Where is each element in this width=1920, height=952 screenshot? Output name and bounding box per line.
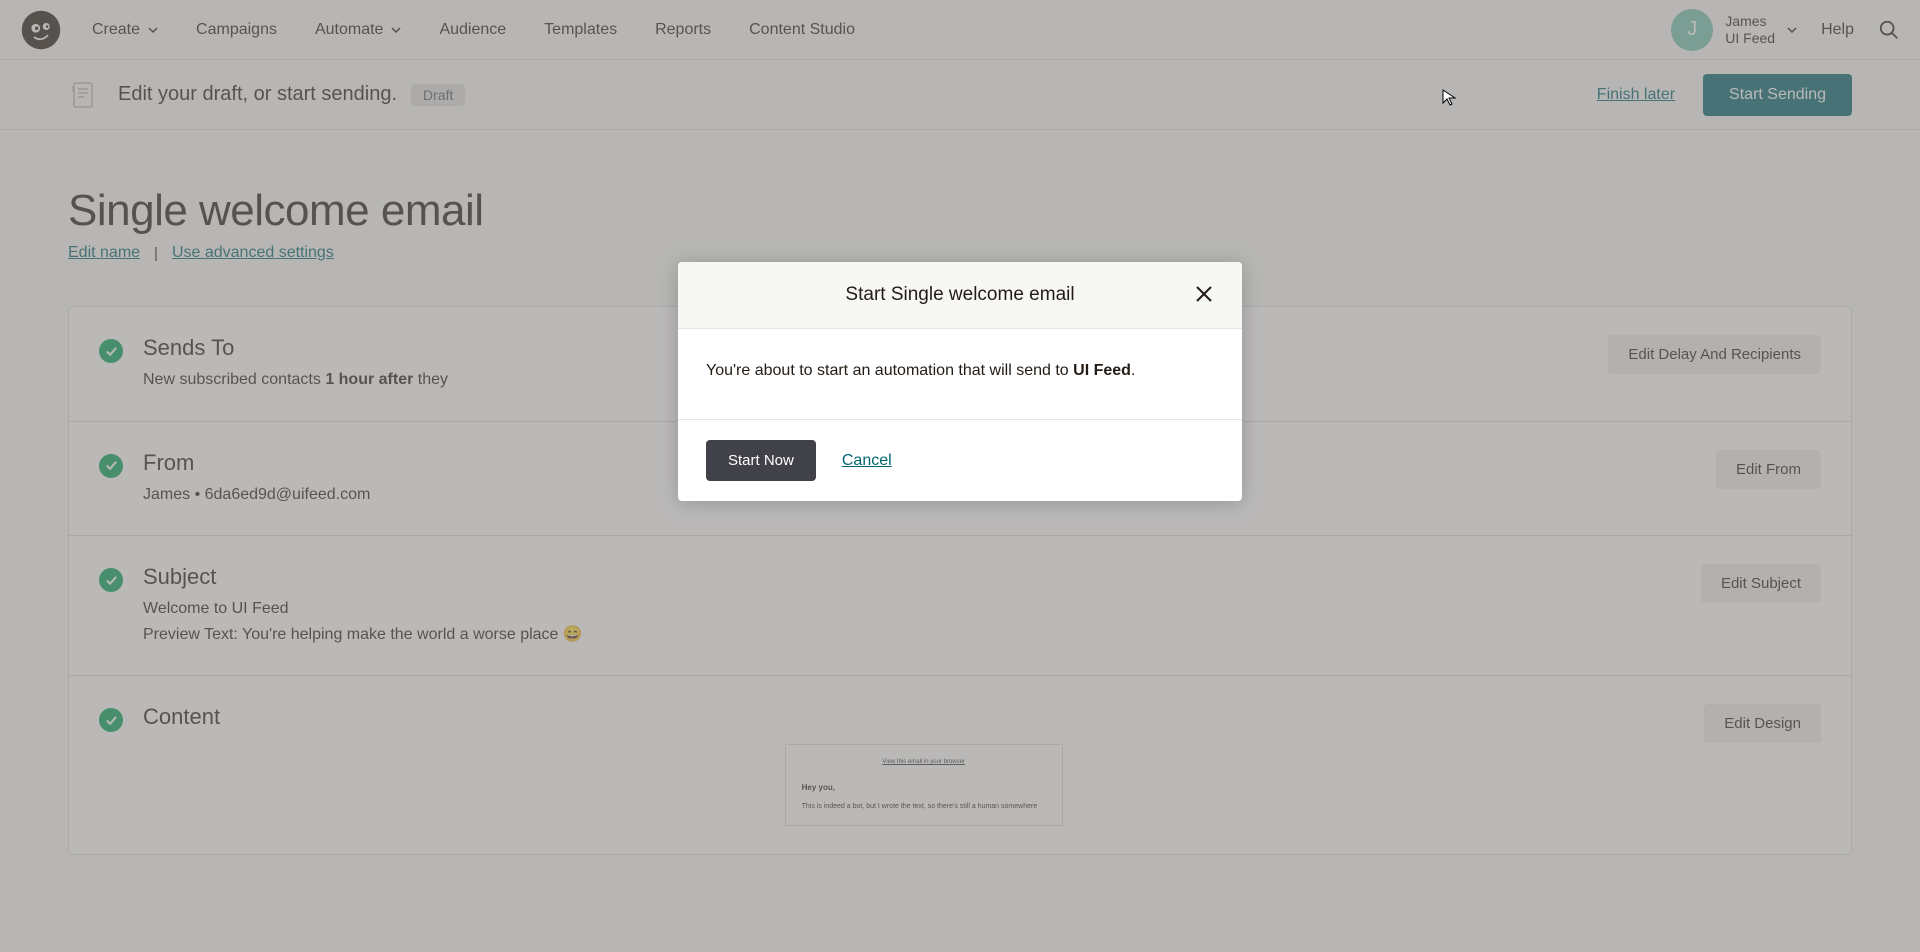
modal-text: .	[1131, 362, 1135, 379]
cancel-link[interactable]: Cancel	[842, 452, 892, 470]
modal-footer: Start Now Cancel	[678, 419, 1242, 501]
modal-audience-name: UI Feed	[1073, 362, 1131, 379]
close-icon	[1194, 284, 1214, 304]
modal-text: You're about to start an automation that…	[706, 362, 1073, 379]
close-button[interactable]	[1194, 284, 1214, 309]
modal-title: Start Single welcome email	[706, 284, 1214, 306]
start-automation-modal: Start Single welcome email You're about …	[678, 262, 1242, 501]
modal-overlay[interactable]: Start Single welcome email You're about …	[0, 0, 1920, 952]
modal-header: Start Single welcome email	[678, 262, 1242, 329]
modal-body: You're about to start an automation that…	[678, 329, 1242, 419]
start-now-button[interactable]: Start Now	[706, 440, 816, 481]
